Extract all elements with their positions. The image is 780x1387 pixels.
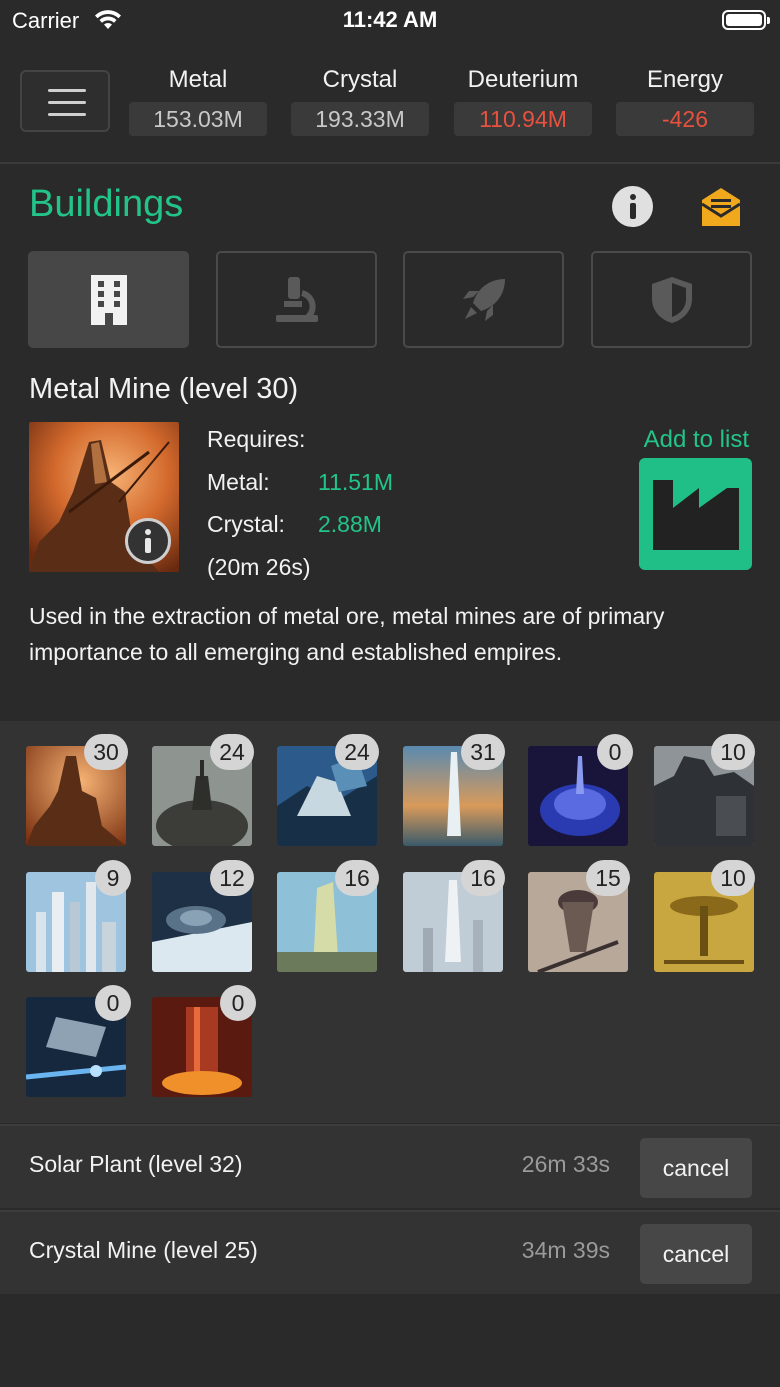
mail-icon[interactable] (699, 186, 743, 228)
building-description: Used in the extraction of metal ore, met… (29, 603, 665, 665)
queue-item: Crystal Mine (level 25) 34m 39s cancel (0, 1210, 780, 1294)
level-badge: 9 (95, 860, 131, 896)
resource-value: 110.94M (454, 102, 592, 136)
level-badge: 10 (711, 734, 755, 770)
rocket-icon (462, 278, 505, 321)
level-badge: 0 (220, 985, 256, 1021)
hamburger-icon (48, 89, 86, 92)
tab-fleet[interactable] (403, 251, 564, 348)
microscope-icon (275, 276, 318, 322)
metal-cost-label: Metal: (207, 469, 270, 495)
queue-item-name: Crystal Mine (level 25) (29, 1237, 258, 1263)
resource-metal: Metal 153.03M (129, 66, 267, 136)
level-badge: 10 (711, 860, 755, 896)
page-title: Buildings (29, 183, 184, 225)
level-badge: 16 (461, 860, 505, 896)
resource-label: Metal (168, 66, 228, 93)
tab-buildings[interactable] (28, 251, 189, 348)
building-icon (90, 274, 127, 325)
resource-label: Deuterium (467, 66, 579, 93)
level-badge: 30 (84, 734, 128, 770)
factory-icon (653, 480, 739, 550)
build-duration: (20m 26s) (207, 554, 311, 580)
resource-value: 153.03M (129, 102, 267, 136)
crystal-cost-label: Crystal: (207, 511, 285, 537)
level-badge: 16 (335, 860, 379, 896)
building-title: Metal Mine (level 30) (29, 373, 299, 405)
queue-item: Solar Plant (level 32) 26m 33s cancel (0, 1124, 780, 1208)
clock: 11:42 AM (342, 7, 438, 32)
level-badge: 15 (586, 860, 630, 896)
resource-label: Energy (646, 66, 724, 93)
menu-button[interactable] (20, 70, 110, 132)
resource-label: Crystal (322, 66, 398, 93)
level-badge: 0 (95, 985, 131, 1021)
queue-item-time: 26m 33s (521, 1151, 610, 1177)
queue-item-name: Solar Plant (level 32) (29, 1151, 243, 1177)
level-badge: 0 (597, 734, 633, 770)
add-to-list-link[interactable]: Add to list (644, 426, 749, 454)
resource-energy: Energy -426 (616, 66, 754, 136)
cancel-button[interactable]: cancel (640, 1138, 752, 1198)
tab-research[interactable] (216, 251, 377, 348)
queue-item-time: 34m 39s (521, 1237, 610, 1263)
level-badge: 24 (335, 734, 379, 770)
tab-defense[interactable] (591, 251, 752, 348)
requires-label: Requires: (207, 426, 306, 452)
info-icon[interactable] (612, 186, 653, 227)
crystal-cost-value: 2.88M (318, 511, 382, 537)
level-badge: 31 (461, 734, 505, 770)
level-badge: 24 (210, 734, 254, 770)
status-bar: Carrier 11:42 AM (0, 0, 780, 40)
resource-deuterium: Deuterium 110.94M (454, 66, 592, 136)
battery-icon (722, 10, 770, 30)
building-info-icon[interactable] (125, 518, 171, 564)
level-badge: 12 (210, 860, 254, 896)
build-button[interactable] (639, 458, 752, 570)
cancel-button[interactable]: cancel (640, 1224, 752, 1284)
resource-crystal: Crystal 193.33M (291, 66, 429, 136)
resource-bar: Metal 153.03M Crystal 193.33M Deuterium … (0, 40, 780, 164)
shield-icon (651, 276, 692, 323)
metal-cost-value: 11.51M (318, 469, 394, 495)
resource-value: -426 (616, 102, 754, 136)
resource-value: 193.33M (291, 102, 429, 136)
